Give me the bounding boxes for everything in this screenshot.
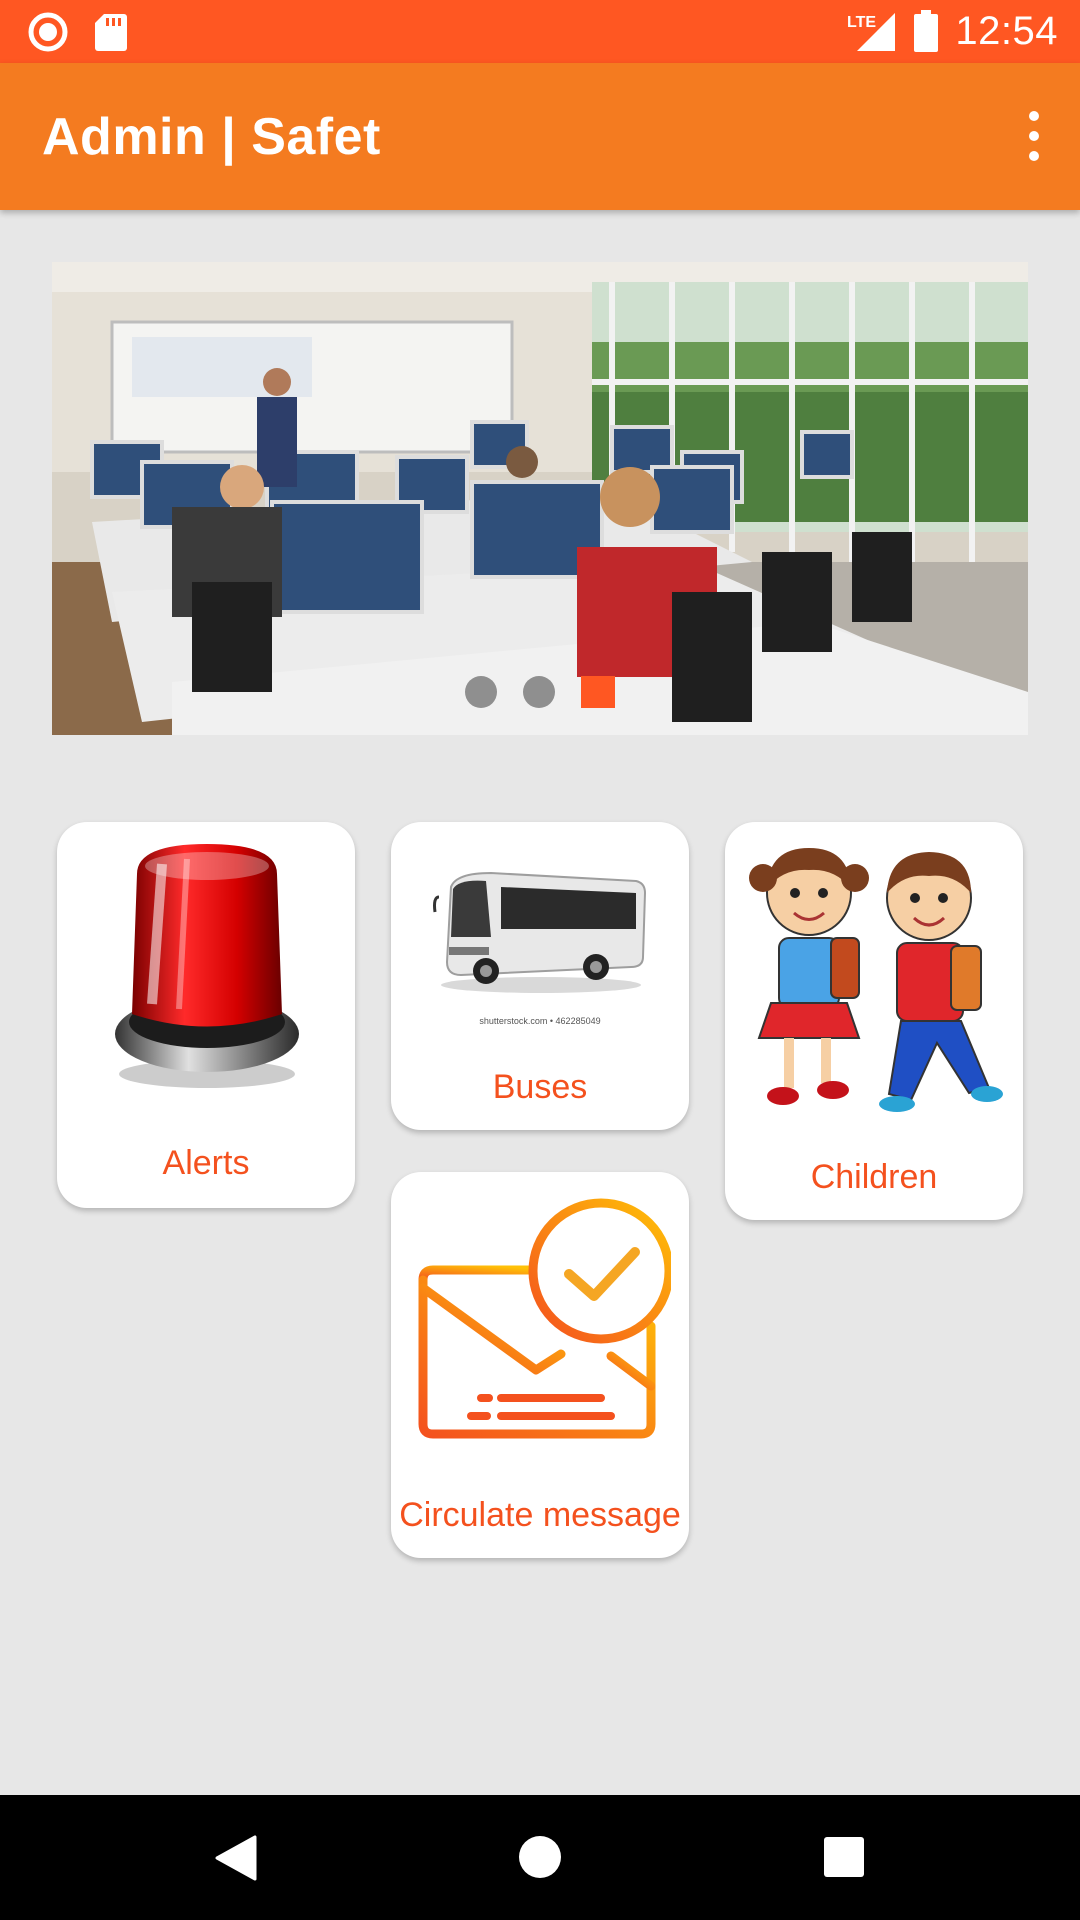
image-carousel[interactable]: [52, 262, 1028, 735]
siren-icon: [115, 844, 299, 1088]
carousel-dot-1[interactable]: [465, 676, 497, 708]
classroom-photo: [52, 262, 1028, 735]
home-icon[interactable]: [519, 1836, 561, 1878]
children-label: Children: [810, 1158, 938, 1196]
sd-card-icon: [95, 14, 127, 51]
carousel-dot-2[interactable]: [523, 676, 555, 708]
network-type-label: LTE: [847, 14, 876, 31]
alerts-tile[interactable]: Alerts: [57, 822, 355, 1208]
status-bar: LTE 12:54: [0, 0, 1080, 63]
stock-watermark: shutterstock.com • 462285049: [479, 1016, 601, 1026]
buses-label: Buses: [492, 1068, 588, 1106]
battery-icon: [914, 10, 939, 52]
carousel-indicator: [52, 676, 1028, 708]
circulate-message-label: Circulate message: [399, 1496, 681, 1534]
circulate-message-tile[interactable]: Circulate message: [391, 1172, 689, 1558]
recents-icon[interactable]: [824, 1837, 864, 1877]
app-bar: Admin | Safet: [0, 63, 1080, 210]
bus-icon: [433, 871, 647, 993]
carousel-dot-3-active[interactable]: [581, 676, 615, 708]
children-tile[interactable]: Children: [725, 822, 1023, 1220]
more-vert-icon: [1029, 111, 1039, 121]
more-options-button[interactable]: [1014, 111, 1054, 161]
buses-tile[interactable]: shutterstock.com • 462285049 Buses: [391, 822, 689, 1130]
record-icon: [28, 12, 68, 52]
status-time: 12:54: [955, 9, 1058, 53]
mail-check-icon: [418, 1198, 671, 1439]
alerts-label: Alerts: [162, 1144, 250, 1182]
system-nav-bar: [0, 1795, 1080, 1920]
signal-icon: LTE: [847, 13, 896, 51]
back-icon[interactable]: [215, 1835, 257, 1881]
children-icon: [749, 848, 1003, 1112]
page-title: Admin | Safet: [42, 108, 381, 166]
